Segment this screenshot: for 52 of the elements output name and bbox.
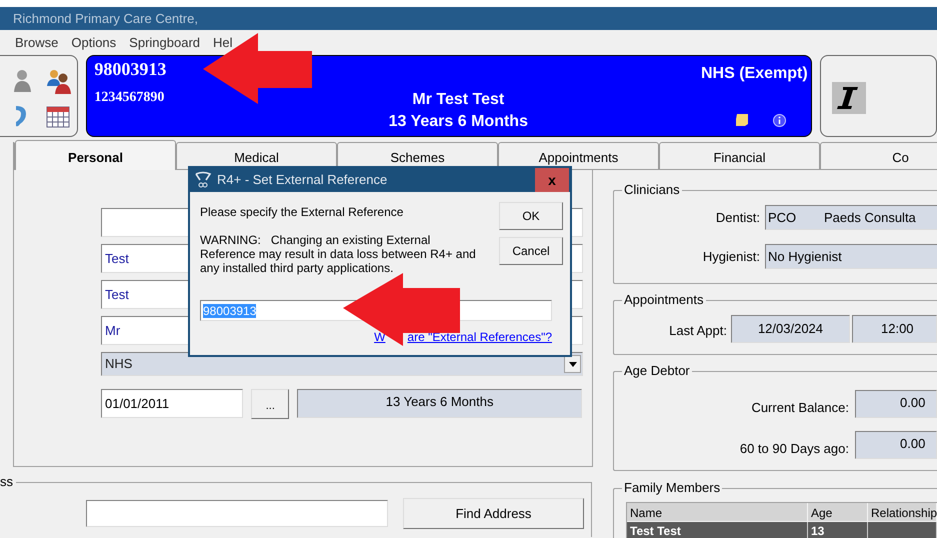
italic-icon[interactable] — [832, 82, 866, 114]
note-icon[interactable] — [734, 113, 749, 127]
table-cell: 13 — [808, 522, 868, 538]
menu-item[interactable]: Hel — [213, 32, 233, 52]
clinician-field: PCO Paeds Consulta — [765, 205, 937, 230]
clinician-field: No Hygienist — [765, 244, 937, 269]
warning-text: WARNING: Changing an existing External Reference may result in data loss between R4+ and any installed third party applications. — [200, 233, 477, 275]
people-icon[interactable] — [46, 68, 72, 94]
menu-item[interactable]: Browse — [15, 32, 58, 52]
nhs-number: 1234567890 — [94, 89, 166, 107]
field-label: 60 to 90 Days ago: — [738, 440, 850, 458]
group-label: Appointments — [622, 292, 706, 308]
age-field: 13 Years 6 Months — [297, 389, 582, 418]
patient-id: 98003913 — [94, 58, 168, 80]
dropdown-arrow-icon[interactable] — [568, 362, 576, 366]
person-icon[interactable] — [14, 68, 32, 92]
tab[interactable]: Co — [820, 142, 937, 170]
date-field: 12/03/2024 — [731, 315, 850, 343]
patient-age: 13 Years 6 Months — [388, 112, 528, 132]
window-title: Richmond Primary Care Centre, — [13, 10, 198, 28]
field-label: Last Appt: — [668, 322, 728, 340]
dialog-title: R4+ - Set External Reference — [217, 171, 388, 190]
amount-field: 0.00 — [855, 431, 937, 459]
help-link[interactable]: are "External References"? — [407, 330, 552, 344]
menu-item[interactable]: Springboard — [129, 32, 200, 52]
group-label: Age Debtor — [622, 363, 692, 379]
date-picker-button[interactable]: ... — [251, 389, 290, 419]
prompt-text: Please specify the External Reference — [200, 205, 404, 219]
tab[interactable]: Appointments — [498, 142, 659, 170]
table-row[interactable]: Test Test 13 — [627, 522, 937, 538]
help-link[interactable]: W — [374, 330, 386, 344]
info-icon[interactable] — [772, 114, 786, 126]
dialog-button[interactable]: Cancel — [499, 237, 563, 265]
input-field[interactable] — [86, 500, 388, 527]
group-label: Family Members — [622, 480, 722, 496]
patient-name: Mr Test Test — [412, 90, 504, 110]
tab[interactable]: Financial — [659, 142, 820, 170]
field-label: Hygienist: — [702, 248, 761, 266]
dialog-button[interactable]: OK — [499, 202, 563, 230]
tab[interactable]: Personal — [15, 140, 176, 170]
find-address-button[interactable]: Find Address — [403, 498, 584, 529]
payment-status: NHS (Exempt) — [701, 64, 808, 84]
date-field[interactable]: 01/01/2011 — [101, 389, 244, 418]
field-label: Dentist: — [714, 208, 761, 227]
calendar-icon[interactable] — [46, 104, 70, 128]
app-icon — [194, 171, 212, 189]
menu-item[interactable]: Options — [71, 32, 116, 52]
amount-field: 0.00 — [855, 390, 937, 418]
time-field: 12:00 — [852, 315, 937, 343]
table-cell: Test Test — [627, 522, 808, 538]
close-button[interactable]: x — [535, 168, 569, 192]
field-label: Current Balance: — [750, 399, 850, 417]
